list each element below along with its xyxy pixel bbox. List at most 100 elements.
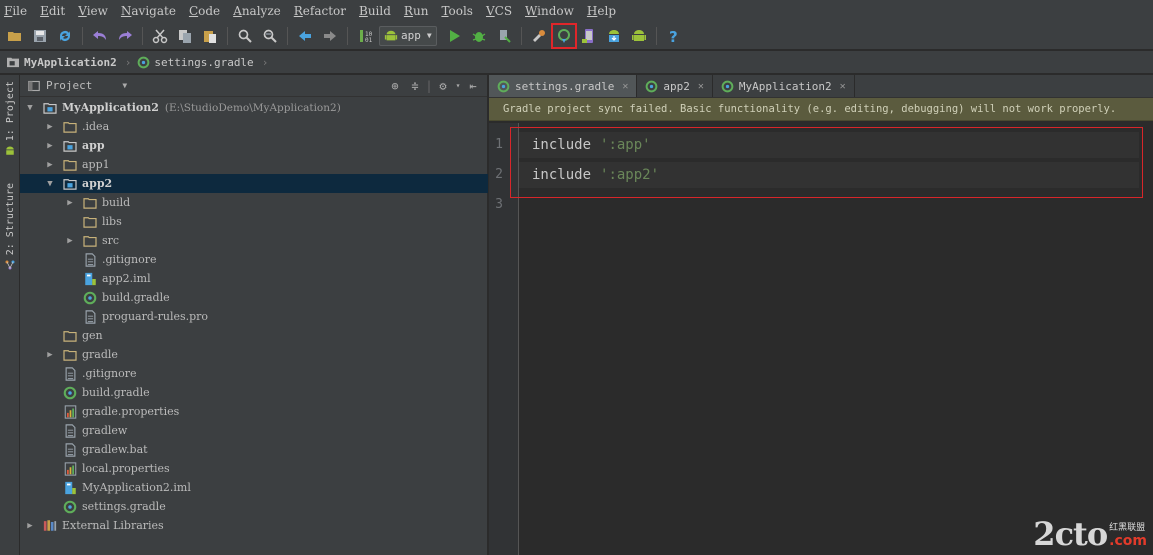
tree-node[interactable]: gen (20, 326, 488, 345)
menu-tools[interactable]: Tools (441, 4, 473, 18)
tree-node[interactable]: ▶ External Libraries (20, 516, 488, 535)
redo-icon[interactable] (114, 25, 136, 47)
left-tool-window-strip: 1: Project 2: Structure (0, 75, 20, 555)
menu-code[interactable]: Code (189, 4, 220, 18)
gear-icon[interactable]: ⚙ (433, 76, 453, 96)
run-configuration-select[interactable]: app ▼ (379, 25, 437, 46)
run-icon[interactable] (443, 25, 465, 47)
collapsed-arrow-icon[interactable]: ▶ (44, 160, 56, 170)
tree-node[interactable]: build.gradle (20, 383, 488, 402)
tree-node[interactable]: settings.gradle (20, 497, 488, 516)
tree-node[interactable]: proguard-rules.pro (20, 307, 488, 326)
tree-node[interactable]: .gitignore (20, 250, 488, 269)
code-editor[interactable]: 1 2 3 include ':app' include ':app2' (489, 123, 1153, 555)
back-icon[interactable] (294, 25, 316, 47)
menu-navigate[interactable]: Navigate (121, 4, 176, 18)
tree-node[interactable]: ▶ src (20, 231, 488, 250)
menu-refactor[interactable]: Refactor (294, 4, 346, 18)
chevron-down-icon[interactable]: ▾ (453, 76, 463, 96)
menu-edit[interactable]: Edit (40, 4, 65, 18)
sync-gradle-icon[interactable] (550, 22, 577, 49)
tree-node[interactable]: ▶ gradle (20, 345, 488, 364)
menu-help[interactable]: Help (587, 4, 616, 18)
tree-node[interactable]: ▶ .idea (20, 117, 488, 136)
hide-panel-icon[interactable]: ⇤ (463, 76, 483, 96)
code-line[interactable]: include ':app2' (519, 162, 1139, 188)
sdk-manager-icon[interactable] (603, 25, 625, 47)
debug-icon[interactable] (468, 25, 490, 47)
find-icon[interactable] (234, 25, 256, 47)
tree-node[interactable]: libs (20, 212, 488, 231)
tree-node[interactable]: ▼ app2 (20, 174, 488, 193)
attach-debugger-icon[interactable] (493, 25, 515, 47)
menu-analyze[interactable]: Analyze (233, 4, 281, 18)
save-icon[interactable] (29, 25, 51, 47)
collapsed-arrow-icon[interactable]: ▶ (64, 236, 76, 246)
line-number: 3 (495, 197, 503, 212)
tab-app2[interactable]: app2 ✕ (637, 75, 713, 97)
structure-tool-tab[interactable]: 2: Structure (0, 183, 20, 271)
replace-icon[interactable] (259, 25, 281, 47)
avd-manager-icon[interactable] (578, 25, 600, 47)
menu-build[interactable]: Build (359, 4, 391, 18)
project-tool-tab[interactable]: 1: Project (0, 81, 20, 157)
collapsed-arrow-icon[interactable]: ▶ (24, 521, 36, 531)
tree-node[interactable]: ▶ build (20, 193, 488, 212)
tree-node-label: External Libraries (62, 519, 164, 532)
open-folder-icon[interactable] (4, 25, 26, 47)
make-project-icon[interactable]: 10 01 (354, 25, 376, 47)
tree-node-label: .gitignore (102, 253, 157, 266)
close-icon[interactable]: ✕ (622, 81, 628, 92)
tree-node-label: proguard-rules.pro (102, 310, 209, 323)
menu-run[interactable]: Run (404, 4, 429, 18)
tree-node[interactable]: ▶ app (20, 136, 488, 155)
project-view-selector[interactable]: Project ▼ (28, 79, 138, 92)
copy-icon[interactable] (174, 25, 196, 47)
forward-icon[interactable] (319, 25, 341, 47)
code-line[interactable] (519, 192, 1139, 218)
collapsed-arrow-icon[interactable]: ▶ (44, 141, 56, 151)
close-icon[interactable]: ✕ (698, 81, 704, 92)
tab-myapplication2[interactable]: MyApplication2 ✕ (713, 75, 855, 97)
cut-icon[interactable] (149, 25, 171, 47)
menu-file[interactable]: File (4, 4, 27, 18)
code-line[interactable]: include ':app' (519, 132, 1139, 158)
help-icon[interactable]: ? (663, 25, 685, 47)
collapsed-arrow-icon[interactable]: ▶ (44, 122, 56, 132)
tree-node[interactable]: gradle.properties (20, 402, 488, 421)
project-view-icon (28, 80, 40, 91)
tree-node[interactable]: gradlew (20, 421, 488, 440)
tree-node[interactable]: ▶ app1 (20, 155, 488, 174)
iml-file-icon (62, 480, 78, 496)
project-structure-icon[interactable] (528, 25, 550, 47)
paste-icon[interactable] (199, 25, 221, 47)
menu-vcs[interactable]: VCS (486, 4, 512, 18)
android-device-monitor-icon[interactable] (628, 25, 650, 47)
menu-view[interactable]: View (78, 4, 108, 18)
collapsed-arrow-icon[interactable]: ▶ (44, 350, 56, 360)
expanded-arrow-icon[interactable]: ▼ (44, 179, 56, 189)
sync-icon[interactable] (54, 25, 76, 47)
breadcrumb-label: settings.gradle (154, 55, 254, 69)
breadcrumb-file[interactable]: settings.gradle (137, 55, 254, 69)
tree-node[interactable]: build.gradle (20, 288, 488, 307)
expanded-arrow-icon[interactable]: ▼ (24, 103, 36, 113)
tree-node[interactable]: ▼ MyApplication2 (E:\StudioDemo\MyApplicat… (20, 98, 488, 117)
chevron-down-icon: ▼ (122, 81, 128, 90)
toolbar-separator: | (425, 78, 433, 93)
tree-node[interactable]: app2.iml (20, 269, 488, 288)
collapsed-arrow-icon[interactable]: ▶ (64, 198, 76, 208)
tree-node[interactable]: MyApplication2.iml (20, 478, 488, 497)
undo-icon[interactable] (89, 25, 111, 47)
close-icon[interactable]: ✕ (840, 81, 846, 92)
menu-window[interactable]: Window (525, 4, 574, 18)
main-toolbar: 10 01 app ▼ ? (0, 22, 1153, 50)
svg-text:?: ? (669, 28, 678, 44)
tree-node[interactable]: gradlew.bat (20, 440, 488, 459)
breadcrumb-project[interactable]: MyApplication2 (6, 56, 117, 69)
tree-node[interactable]: local.properties (20, 459, 488, 478)
scroll-from-source-icon[interactable]: ⊕ (385, 76, 405, 96)
tree-node[interactable]: .gitignore (20, 364, 488, 383)
collapse-all-icon[interactable]: ≑ (405, 76, 425, 96)
tab-settings-gradle[interactable]: settings.gradle ✕ (489, 75, 638, 97)
